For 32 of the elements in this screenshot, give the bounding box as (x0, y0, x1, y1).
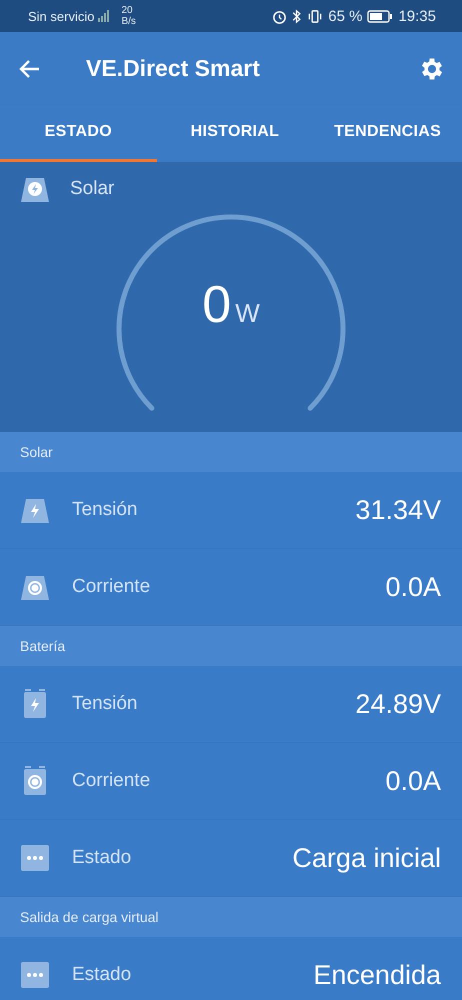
gauge-unit: W (235, 298, 260, 329)
row-label: Estado (72, 964, 132, 986)
dots-icon (20, 960, 50, 990)
row-label: Tensión (72, 693, 138, 715)
row-value: 0.0A (385, 766, 441, 796)
signal-icon (97, 9, 112, 23)
clock-time: 19:35 (398, 8, 436, 24)
gauge-value: 0 (202, 275, 232, 335)
app-title: VE.Direct Smart (86, 55, 261, 82)
tab[interactable]: HISTORIAL (156, 105, 314, 162)
section-header: Salida de carga virtual (0, 897, 462, 937)
tab[interactable]: TENDENCIAS (313, 105, 462, 162)
battery-percent: 65 % (328, 8, 362, 24)
row-label: Estado (72, 847, 132, 869)
section-header: Batería (0, 626, 462, 666)
row-label: Tensión (72, 499, 138, 521)
vibrate-icon (307, 8, 324, 24)
row-value: Carga inicial (292, 842, 441, 874)
row-value: 0.0A (385, 572, 441, 602)
section-header: Solar (0, 432, 462, 472)
network-speed: 20 B/s (121, 5, 136, 27)
carrier-text: Sin servicio (28, 8, 94, 24)
battery-status-icon (367, 10, 394, 22)
gauge-label: Solar (70, 178, 114, 200)
alarm-icon (272, 8, 288, 24)
row-label: Corriente (72, 576, 152, 598)
row-value: 24.89V (355, 688, 441, 720)
dots-icon (20, 843, 50, 873)
bluetooth-icon (292, 8, 302, 24)
row-value: 31.34V (355, 494, 441, 526)
row-value: Encendida (313, 960, 441, 990)
row-label: Corriente (72, 770, 152, 792)
